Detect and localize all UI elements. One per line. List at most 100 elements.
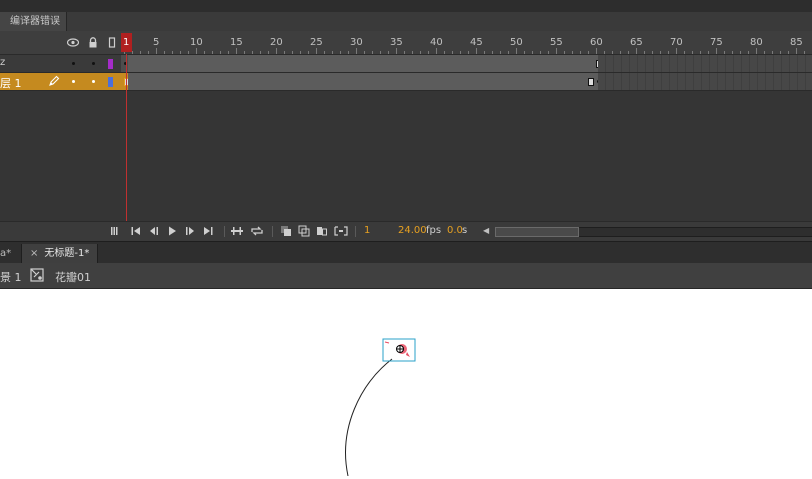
ruler-tick bbox=[580, 51, 581, 54]
eye-icon[interactable] bbox=[66, 37, 80, 48]
empty-frames[interactable] bbox=[598, 73, 812, 90]
current-frame-field[interactable]: 1 bbox=[364, 225, 374, 237]
ruler-tick bbox=[228, 51, 229, 54]
layer-column-header bbox=[0, 31, 120, 54]
scroll-thumb[interactable] bbox=[495, 227, 579, 237]
ruler-label: 20 bbox=[270, 37, 283, 48]
ruler-tick bbox=[364, 51, 365, 54]
ruler-label: 25 bbox=[310, 37, 323, 48]
ruler-tick bbox=[396, 48, 397, 54]
ruler-tick bbox=[532, 51, 533, 54]
ruler-tick bbox=[300, 51, 301, 54]
ruler-tick bbox=[476, 48, 477, 54]
ruler-tick bbox=[196, 48, 197, 54]
lock-dot[interactable] bbox=[92, 80, 95, 83]
play-icon[interactable] bbox=[166, 225, 178, 237]
ruler-tick bbox=[468, 51, 469, 54]
outline-icon[interactable] bbox=[106, 37, 117, 48]
ruler-tick bbox=[732, 51, 733, 54]
frame-ruler[interactable]: 5 10 15 20 25 30 35 40 45 50 55 60 65 70 75 80 85 bbox=[120, 31, 812, 54]
onion-skin-icon[interactable] bbox=[280, 225, 292, 237]
ruler-tick bbox=[500, 51, 501, 54]
ruler-label: 45 bbox=[470, 37, 483, 48]
elapsed-time-field[interactable]: 0.0 bbox=[447, 225, 463, 237]
ruler-tick bbox=[412, 51, 413, 54]
ruler-tick bbox=[348, 51, 349, 54]
edit-bar: 景 1 花瓣01 bbox=[0, 263, 812, 289]
ruler-tick bbox=[212, 51, 213, 54]
ruler-tick bbox=[148, 51, 149, 54]
onion-outline-icon[interactable] bbox=[298, 225, 310, 237]
first-frame-icon[interactable] bbox=[130, 225, 142, 237]
document-tab-active[interactable]: × 无标题-1* bbox=[21, 244, 99, 264]
ruler-tick bbox=[772, 51, 773, 54]
ruler-tick bbox=[380, 51, 381, 54]
ruler-tick bbox=[564, 51, 565, 54]
loop-icon[interactable] bbox=[230, 225, 244, 237]
ruler-tick bbox=[572, 51, 573, 54]
fps-field[interactable]: 24.00 bbox=[398, 225, 427, 237]
frame-span[interactable] bbox=[128, 55, 598, 72]
layer-color-swatch[interactable] bbox=[108, 77, 113, 87]
lock-dot[interactable] bbox=[92, 62, 95, 65]
empty-frames[interactable] bbox=[598, 55, 812, 72]
step-back-icon[interactable] bbox=[148, 225, 160, 237]
ruler-tick bbox=[724, 51, 725, 54]
stage-artwork bbox=[345, 338, 416, 477]
center-frame-icon[interactable] bbox=[110, 225, 118, 237]
ruler-tick bbox=[620, 51, 621, 54]
ruler-tick bbox=[708, 51, 709, 54]
ruler-tick bbox=[796, 48, 797, 54]
ruler-tick bbox=[556, 48, 557, 54]
ruler-tick bbox=[140, 51, 141, 54]
repeat-icon[interactable] bbox=[250, 225, 264, 237]
scroll-left-icon[interactable]: ◀ bbox=[483, 226, 493, 236]
pencil-icon[interactable] bbox=[48, 75, 60, 87]
ruler-tick bbox=[700, 51, 701, 54]
step-forward-icon[interactable] bbox=[184, 225, 196, 237]
end-frame-marker[interactable] bbox=[588, 78, 594, 86]
last-frame-icon[interactable] bbox=[202, 225, 214, 237]
scene-breadcrumb[interactable]: 景 1 bbox=[0, 269, 22, 285]
timeline-header: 5 10 15 20 25 30 35 40 45 50 55 60 65 70 75 80 85 1 bbox=[0, 31, 812, 55]
ruler-tick bbox=[676, 48, 677, 54]
ruler-label: 10 bbox=[190, 37, 203, 48]
modify-markers-icon[interactable] bbox=[334, 225, 348, 237]
ruler-tick bbox=[132, 51, 133, 54]
timeline-footer: 1 24.00 fps 0.0 s ◀ bbox=[0, 221, 812, 241]
edit-multiple-frames-icon[interactable] bbox=[316, 225, 328, 237]
layer-row[interactable]: z bbox=[0, 55, 812, 73]
visibility-dot[interactable] bbox=[72, 62, 75, 65]
ruler-tick bbox=[428, 51, 429, 54]
ruler-tick bbox=[404, 51, 405, 54]
ruler-tick bbox=[308, 51, 309, 54]
ruler-tick bbox=[172, 51, 173, 54]
frame-span[interactable] bbox=[128, 73, 598, 90]
ruler-tick bbox=[764, 51, 765, 54]
ruler-label: 35 bbox=[390, 37, 403, 48]
lock-icon[interactable] bbox=[87, 37, 98, 48]
ruler-tick bbox=[292, 51, 293, 54]
ruler-tick bbox=[420, 51, 421, 54]
layer-name: z bbox=[0, 57, 6, 68]
layer-row-selected[interactable]: 层 1 bbox=[0, 73, 812, 91]
ruler-tick bbox=[604, 51, 605, 54]
ruler-tick bbox=[524, 51, 525, 54]
tab-compiler-errors[interactable]: 编译器错误 bbox=[0, 12, 67, 31]
timeline-scrollbar[interactable]: ◀ bbox=[483, 226, 812, 237]
layer-color-swatch[interactable] bbox=[108, 59, 113, 69]
document-tab[interactable]: a* bbox=[0, 245, 15, 263]
visibility-dot[interactable] bbox=[72, 80, 75, 83]
close-icon[interactable]: × bbox=[30, 248, 38, 259]
ruler-tick bbox=[188, 51, 189, 54]
ruler-tick bbox=[644, 51, 645, 54]
ruler-tick bbox=[156, 48, 157, 54]
ruler-tick bbox=[460, 51, 461, 54]
ruler-label: 60 bbox=[590, 37, 603, 48]
divider bbox=[224, 226, 225, 237]
stage-canvas[interactable] bbox=[0, 289, 812, 477]
symbol-breadcrumb[interactable]: 花瓣01 bbox=[55, 269, 91, 285]
ruler-tick bbox=[508, 51, 509, 54]
ruler-tick bbox=[436, 48, 437, 54]
ruler-tick bbox=[548, 51, 549, 54]
